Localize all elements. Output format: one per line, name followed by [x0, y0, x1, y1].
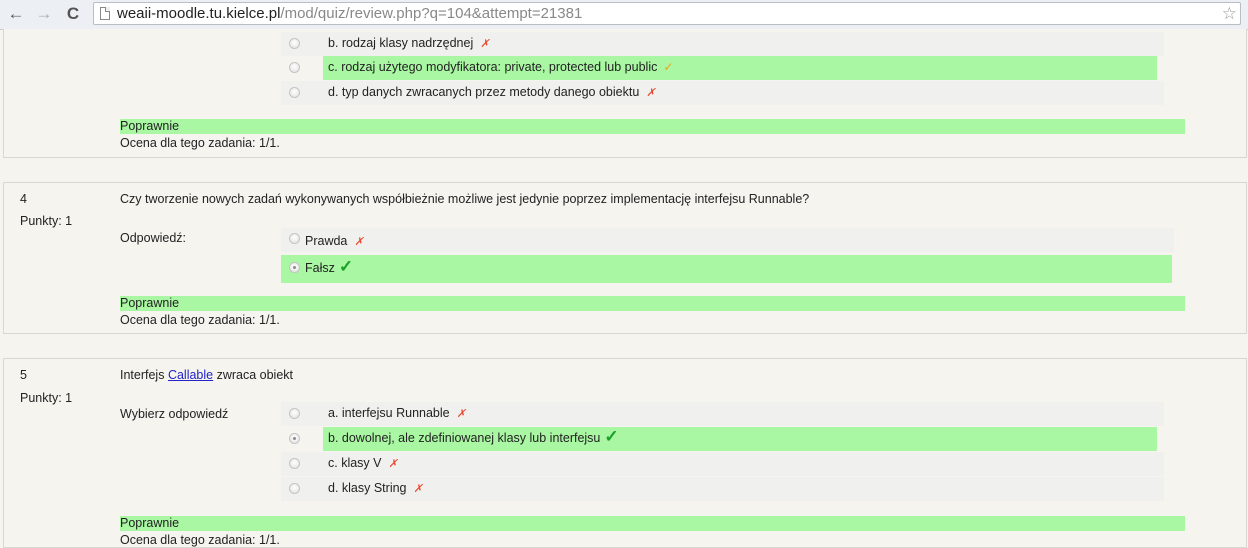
feedback-correct: Poprawnie: [120, 296, 1185, 311]
option-label: Fałsz: [305, 261, 335, 275]
radio-button[interactable]: [289, 87, 300, 98]
option-label: d. typ danych zwracanych przez metody da…: [328, 85, 640, 99]
radio-button-selected[interactable]: [289, 262, 300, 273]
bookmark-star-icon[interactable]: ☆: [1222, 4, 1237, 24]
correct-checkmark-icon: ✓: [338, 257, 354, 276]
address-bar[interactable]: weaii-moodle.tu.kielce.pl/mod/quiz/revie…: [93, 2, 1241, 25]
incorrect-mark-icon: ✗: [480, 38, 490, 50]
incorrect-mark-icon: ✗: [456, 408, 466, 420]
question-text: Czy tworzenie nowych zadań wykonywanych …: [120, 192, 810, 206]
forward-button[interactable]: →: [33, 4, 55, 24]
incorrect-mark-icon: ✗: [646, 87, 656, 99]
q3-option-d[interactable]: d. typ danych zwracanych przez metody da…: [281, 81, 1164, 105]
option-label: c. klasy V: [328, 456, 382, 470]
question-3-panel: b. rodzaj klasy nadrzędnej ✗ c. rodzaj uż…: [3, 29, 1247, 158]
question-5-panel: 5 Punkty: 1 Interfejs Callable zwraca ob…: [3, 358, 1247, 548]
option-label: b. rodzaj klasy nadrzędnej: [328, 36, 474, 50]
radio-button[interactable]: [289, 62, 300, 73]
incorrect-mark-icon: ✗: [388, 458, 398, 470]
q5-option-b-row[interactable]: b. dowolnej, ale zdefiniowanej klasy lub…: [281, 427, 1157, 451]
incorrect-mark-icon: ✗: [413, 483, 423, 495]
correct-checkmark-icon: ✓: [604, 427, 619, 446]
radio-button[interactable]: [289, 408, 300, 419]
browser-toolbar: ← → C weaii-moodle.tu.kielce.pl/mod/quiz…: [0, 0, 1248, 30]
question-number: 4: [20, 192, 27, 206]
url-host: weaii-moodle.tu.kielce.pl: [117, 5, 281, 22]
radio-button[interactable]: [289, 483, 300, 494]
option-label: a. interfejsu Runnable: [328, 406, 450, 420]
incorrect-mark-icon: ✗: [354, 236, 364, 248]
option-label: Prawda: [305, 234, 348, 248]
url-text[interactable]: weaii-moodle.tu.kielce.pl/mod/quiz/revie…: [117, 5, 582, 23]
question-text-part: Interfejs: [120, 368, 168, 382]
radio-button[interactable]: [289, 458, 300, 469]
q3-option-b[interactable]: b. rodzaj klasy nadrzędnej ✗: [281, 32, 1164, 56]
option-label: b. dowolnej, ale zdefiniowanej klasy lub…: [328, 431, 601, 445]
correct-mark-icon: ✓: [663, 60, 674, 74]
reload-button[interactable]: C: [62, 4, 84, 24]
q4-option-false[interactable]: Fałsz ✓: [281, 255, 1172, 283]
q4-option-true[interactable]: Prawda ✗: [281, 228, 1174, 252]
question-points: Punkty: 1: [20, 214, 73, 228]
callable-link[interactable]: Callable: [168, 368, 213, 382]
radio-button[interactable]: [289, 38, 300, 49]
option-label: c. rodzaj użytego modyfikatora: private,…: [328, 60, 658, 74]
feedback-correct: Poprawnie: [120, 119, 1185, 134]
q5-option-c[interactable]: c. klasy V ✗: [281, 452, 1164, 476]
question-points: Punkty: 1: [20, 391, 73, 405]
grade-text: Ocena dla tego zadania: 1/1.: [120, 533, 280, 547]
question-4-panel: 4 Punkty: 1 Czy tworzenie nowych zadań w…: [3, 182, 1247, 334]
question-text: Interfejs Callable zwraca obiekt: [120, 368, 293, 382]
answer-prompt: Wybierz odpowiedź: [120, 407, 229, 421]
answer-prompt: Odpowiedź:: [120, 231, 187, 245]
question-text-part: zwraca obiekt: [213, 368, 294, 382]
q3-option-c-row[interactable]: c. rodzaj użytego modyfikatora: private,…: [281, 56, 1157, 80]
grade-text: Ocena dla tego zadania: 1/1.: [120, 313, 280, 327]
feedback-correct: Poprawnie: [120, 516, 1185, 531]
question-number: 5: [20, 368, 27, 382]
radio-button-selected[interactable]: [289, 433, 300, 444]
url-path: /mod/quiz/review.php?q=104&attempt=21381: [280, 5, 583, 22]
page-icon: [100, 7, 110, 20]
radio-button[interactable]: [289, 233, 300, 244]
q5-option-d[interactable]: d. klasy String ✗: [281, 477, 1164, 501]
option-label: d. klasy String: [328, 481, 407, 495]
q5-option-a[interactable]: a. interfejsu Runnable ✗: [281, 402, 1164, 426]
back-button[interactable]: ←: [5, 4, 27, 24]
grade-text: Ocena dla tego zadania: 1/1.: [120, 136, 280, 150]
